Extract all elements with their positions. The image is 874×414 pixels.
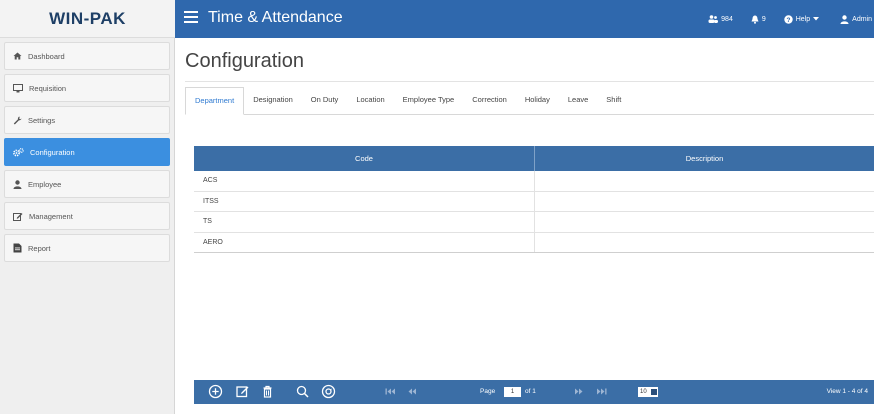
sidebar-item-label: Employee: [28, 179, 62, 189]
brand-logo: WIN-PAK: [0, 0, 175, 38]
wrench-icon: [13, 116, 22, 124]
user-menu[interactable]: Admin: [840, 14, 872, 24]
column-header-description[interactable]: Description: [535, 146, 874, 171]
cell-code: ACS: [194, 171, 535, 191]
brand-text: WIN-PAK: [49, 8, 126, 28]
last-page-icon[interactable]: [595, 384, 608, 399]
top-bar: WIN-PAK Time & Attendance 984 9 ? Help A…: [0, 0, 874, 38]
tab-location[interactable]: Location: [347, 88, 393, 114]
help-menu[interactable]: ? Help: [784, 14, 822, 24]
users-icon: [708, 15, 719, 23]
table-row[interactable]: TS: [194, 212, 874, 233]
user-label: Admin: [852, 15, 872, 23]
records-summary: View 1 - 4 of 4: [826, 388, 868, 395]
bell-icon: [751, 15, 759, 24]
tab-shift[interactable]: Shift: [597, 88, 630, 114]
prev-page-icon[interactable]: [406, 384, 419, 399]
sidebar-item-report[interactable]: Report: [4, 234, 170, 262]
tab-employee-type[interactable]: Employee Type: [394, 88, 464, 114]
page-number-input[interactable]: 1: [504, 387, 521, 397]
report-icon: [13, 243, 22, 253]
cell-code: AERO: [194, 232, 535, 252]
grid-pager: Page 1 of 1 10 View 1 - 4 of 4: [194, 380, 874, 404]
sidebar-item-label: Settings: [28, 115, 56, 125]
rows-per-page-select[interactable]: 10: [638, 387, 658, 397]
menu-toggle-icon[interactable]: [184, 11, 198, 25]
help-label: Help: [795, 15, 811, 23]
first-page-icon[interactable]: [384, 384, 397, 399]
alerts-count: 9: [761, 15, 766, 23]
tab-designation[interactable]: Designation: [244, 88, 302, 114]
edit-icon: [13, 212, 23, 221]
cell-description: [535, 171, 874, 191]
page-title: Configuration: [185, 50, 304, 72]
sidebar: Dashboard Requisition Settings Configura…: [0, 38, 175, 414]
column-header-code[interactable]: Code: [194, 146, 535, 171]
users-count: 984: [721, 15, 733, 23]
users-button[interactable]: 984: [708, 15, 733, 23]
page-count-label: of 1: [525, 388, 536, 395]
cell-code: TS: [194, 212, 535, 232]
rows-per-page-value: 10: [640, 389, 647, 395]
table-row[interactable]: ACS: [194, 171, 874, 192]
tab-leave[interactable]: Leave: [559, 88, 597, 114]
tab-correction[interactable]: Correction: [463, 88, 516, 114]
sidebar-item-label: Management: [29, 211, 73, 221]
search-icon[interactable]: [295, 384, 310, 399]
caret-down-icon: [813, 17, 820, 21]
table-row[interactable]: ITSS: [194, 191, 874, 212]
sidebar-item-configuration[interactable]: Configuration: [4, 138, 170, 166]
add-icon[interactable]: [208, 384, 223, 399]
refresh-icon[interactable]: [321, 384, 336, 399]
app-title: Time & Attendance: [208, 9, 343, 26]
chevron-down-icon: [651, 389, 657, 395]
tab-on-duty[interactable]: On Duty: [302, 88, 348, 114]
trash-icon[interactable]: [260, 384, 275, 399]
table-row[interactable]: AERO: [194, 232, 874, 253]
user-icon: [13, 179, 22, 189]
sidebar-item-management[interactable]: Management: [4, 202, 170, 230]
config-tabs: Department Designation On Duty Location …: [185, 84, 874, 115]
user-icon: [840, 14, 849, 24]
sidebar-item-label: Dashboard: [28, 51, 65, 61]
page-label: Page: [480, 388, 496, 395]
tab-department[interactable]: Department: [185, 87, 245, 115]
sidebar-item-dashboard[interactable]: Dashboard: [4, 42, 170, 70]
sidebar-item-label: Report: [28, 243, 51, 253]
tab-holiday[interactable]: Holiday: [516, 88, 559, 114]
main-content: Configuration Department Designation On …: [175, 38, 874, 414]
department-grid: Code Description ACS ITSS TS AERO: [194, 146, 874, 253]
sidebar-item-label: Requisition: [29, 83, 67, 93]
sidebar-item-employee[interactable]: Employee: [4, 170, 170, 198]
question-circle-icon: ?: [784, 14, 793, 23]
cogs-icon: [13, 147, 24, 156]
home-icon: [13, 52, 22, 60]
sidebar-item-settings[interactable]: Settings: [4, 106, 170, 134]
cell-description: [535, 212, 874, 232]
next-page-icon[interactable]: [572, 384, 585, 399]
cell-description: [535, 192, 874, 212]
grid-header: Code Description: [194, 146, 874, 171]
sidebar-item-requisition[interactable]: Requisition: [4, 74, 170, 102]
cell-description: [535, 233, 874, 253]
svg-text:?: ?: [786, 16, 790, 23]
title-divider: [185, 81, 874, 82]
monitor-icon: [13, 83, 23, 92]
top-actions: 984 9 ? Help Admin: [708, 0, 874, 38]
edit-icon[interactable]: [235, 384, 250, 399]
alerts-button[interactable]: 9: [751, 15, 766, 24]
sidebar-item-label: Configuration: [30, 147, 75, 157]
cell-code: ITSS: [194, 191, 535, 211]
